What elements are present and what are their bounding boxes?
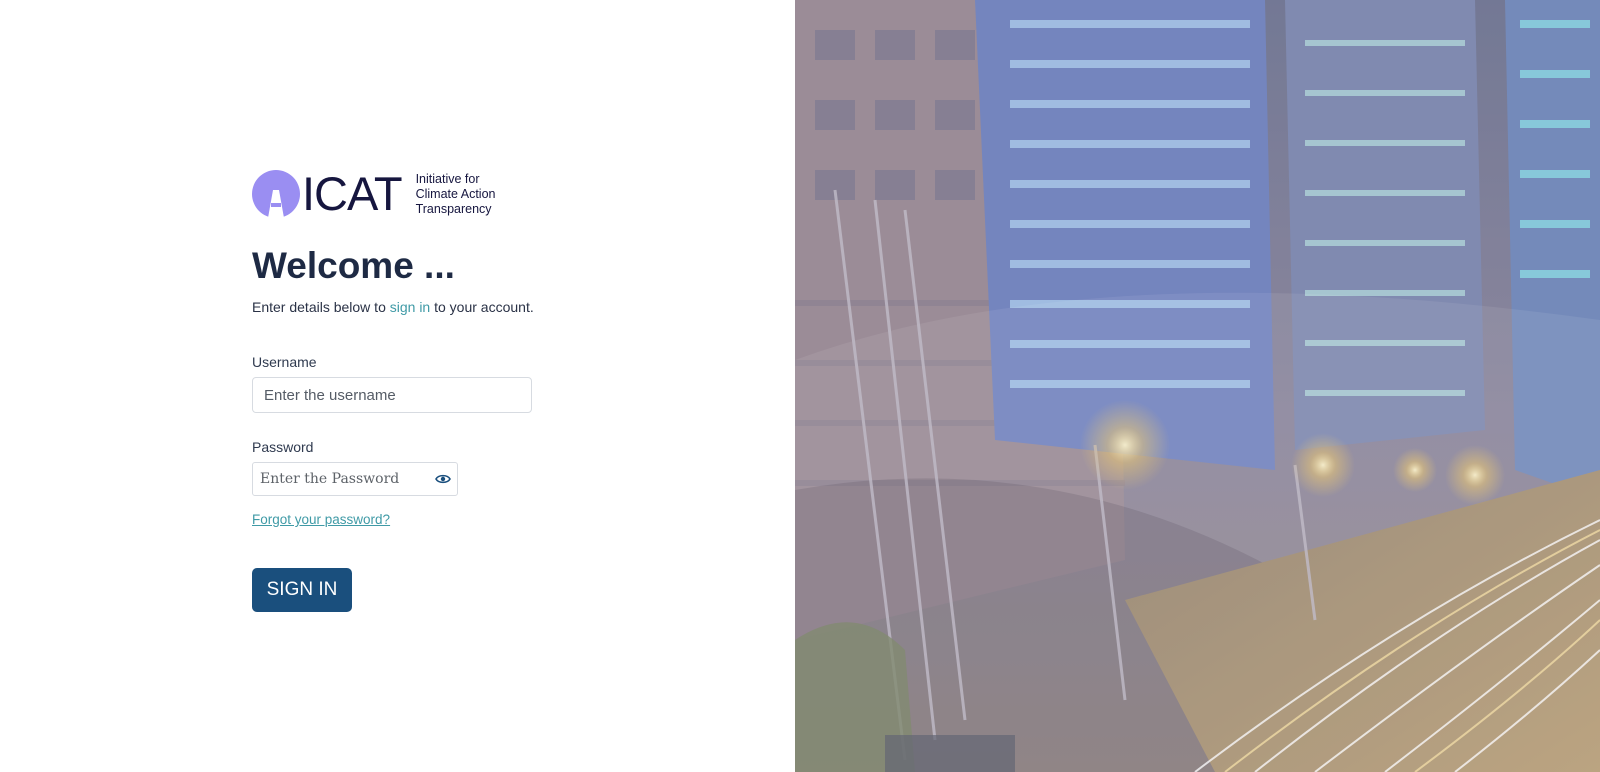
icat-logo: ICAT Initiative for Climate Action Trans…	[252, 168, 552, 220]
page-subtitle: Enter details below to sign in to your a…	[252, 299, 552, 315]
page-title: Welcome ...	[252, 245, 455, 286]
logo-wordmark: ICAT	[302, 167, 403, 220]
login-form: ICAT Initiative for Climate Action Trans…	[252, 168, 552, 612]
password-input[interactable]	[253, 463, 423, 495]
password-field	[252, 462, 458, 496]
subtitle-text: to your account.	[430, 299, 534, 315]
subtitle-text: Enter details below to	[252, 299, 390, 315]
subtitle-sign-in-text: sign in	[389, 299, 431, 315]
username-label: Username	[252, 354, 317, 370]
username-input[interactable]	[252, 377, 532, 413]
logo-tagline: Initiative for Climate Action Transparen…	[416, 172, 496, 217]
forgot-password-link[interactable]: Forgot your password?	[252, 512, 390, 527]
eye-icon[interactable]	[435, 472, 451, 486]
sign-in-button[interactable]: SIGN IN	[252, 568, 352, 612]
icat-logo-mark-icon	[252, 170, 300, 218]
login-panel: ICAT Initiative for Climate Action Trans…	[0, 0, 795, 772]
hero-image	[795, 0, 1600, 772]
logo-tagline-line: Climate Action	[415, 186, 496, 201]
city-night-image-icon	[795, 0, 1600, 772]
logo-tagline-line: Transparency	[415, 201, 492, 216]
logo-tagline-line: Initiative for	[415, 171, 480, 186]
password-label: Password	[252, 439, 314, 455]
